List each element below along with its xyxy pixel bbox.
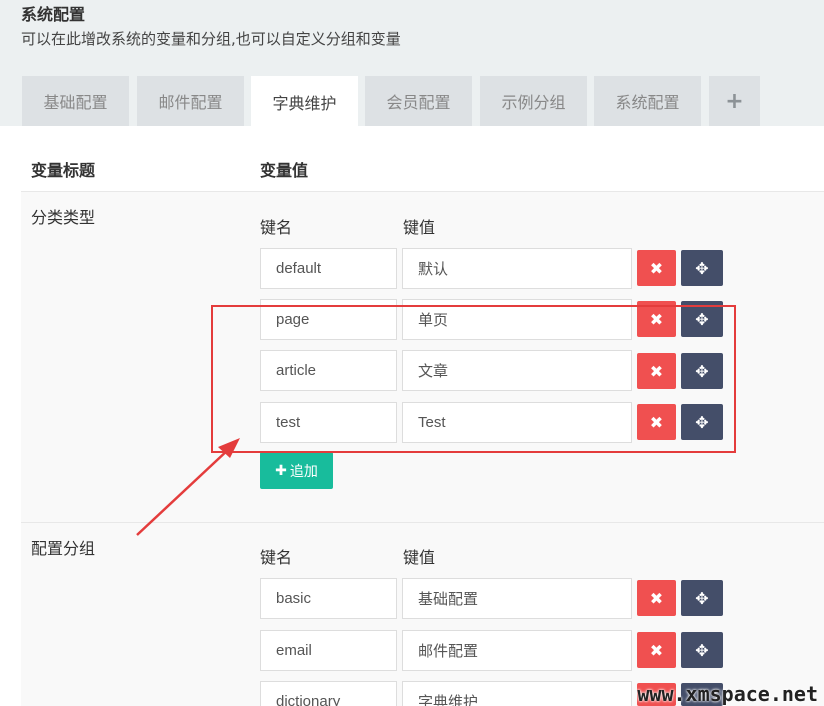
annotation-arrow [136, 438, 240, 536]
watermark: www.xmspace.net [637, 682, 818, 706]
